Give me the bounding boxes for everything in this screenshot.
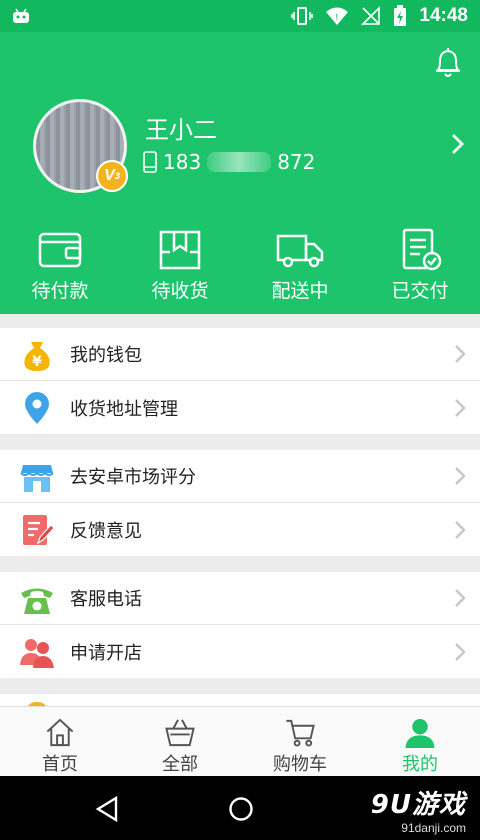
- profile-header: V3 王小二 183 872 待付款 待收货 配送中 已交付: [0, 32, 480, 314]
- menu-item-address[interactable]: 收货地址管理: [0, 381, 480, 434]
- vip-badge: V3: [96, 160, 128, 192]
- truck-icon: [276, 234, 324, 268]
- chevron-right-icon: [455, 589, 466, 607]
- menu-item-rate-app[interactable]: 去安卓市场评分: [0, 450, 480, 503]
- android-icon: [13, 8, 29, 23]
- bottom-tab-bar: 首页 全部 购物车 我的: [0, 706, 480, 776]
- phone-icon: [21, 588, 53, 614]
- phone-mask: [207, 152, 272, 172]
- home-icon: [46, 718, 74, 747]
- chevron-right-icon: [455, 398, 466, 417]
- clock: 14:48: [419, 5, 468, 26]
- users-icon: [20, 639, 54, 668]
- order-delivered[interactable]: 已交付: [360, 228, 480, 303]
- menu-item-open-store[interactable]: 申请开店: [0, 625, 480, 678]
- wallet-icon: [38, 232, 82, 268]
- store-icon: [20, 465, 54, 492]
- menu-group-account: ¥ 我的钱包 收货地址管理: [0, 328, 480, 434]
- bell-icon[interactable]: [432, 46, 464, 80]
- no-signal-icon: [361, 6, 381, 25]
- tab-all[interactable]: 全部: [120, 707, 240, 776]
- basket-icon: [165, 719, 195, 747]
- delivered-icon: [402, 228, 442, 271]
- phone-number: 183 872: [143, 150, 315, 174]
- menu-group-service: 客服电话 申请开店: [0, 572, 480, 678]
- username: 王小二: [145, 116, 217, 144]
- svg-text:¥: ¥: [32, 354, 42, 370]
- chevron-right-icon: [455, 345, 466, 363]
- chevron-right-icon: [455, 642, 466, 661]
- menu-group-more: [0, 694, 480, 706]
- tab-me[interactable]: 我的: [360, 707, 480, 776]
- home-circle-icon[interactable]: [228, 796, 254, 822]
- menu-item-wallet[interactable]: ¥ 我的钱包: [0, 328, 480, 381]
- wifi-icon: !: [326, 7, 349, 25]
- mobile-phone-icon: [143, 151, 157, 173]
- order-pending-receipt[interactable]: 待收货: [120, 228, 240, 303]
- order-pending-payment[interactable]: 待付款: [0, 228, 120, 303]
- feedback-icon: [23, 515, 54, 545]
- menu-item-feedback[interactable]: 反馈意见: [0, 503, 480, 556]
- package-icon: [159, 230, 201, 270]
- chevron-right-icon: [455, 520, 466, 539]
- svg-text:!: !: [335, 13, 339, 23]
- tab-cart[interactable]: 购物车: [240, 707, 360, 776]
- chevron-right-icon: [455, 467, 466, 485]
- battery-icon: [394, 5, 407, 26]
- chevron-right-icon[interactable]: [450, 132, 466, 156]
- menu-group-feedback: 去安卓市场评分 反馈意见: [0, 450, 480, 556]
- watermark: 9U游戏 91danji.com: [370, 790, 466, 835]
- cart-icon: [286, 719, 315, 747]
- money-bag-icon: ¥: [24, 342, 50, 371]
- tab-home[interactable]: 首页: [0, 707, 120, 776]
- location-pin-icon: [25, 392, 49, 424]
- user-icon: [405, 718, 435, 748]
- back-icon[interactable]: [94, 796, 120, 822]
- vibrate-icon: [291, 7, 314, 25]
- status-bar: ! 14:48: [0, 0, 480, 32]
- menu-item-customer-service[interactable]: 客服电话: [0, 572, 480, 625]
- order-in-delivery[interactable]: 配送中: [240, 228, 360, 303]
- order-status-bar: 待付款 待收货 配送中 已交付: [0, 228, 480, 303]
- system-nav-bar: 9U游戏 91danji.com: [0, 776, 480, 840]
